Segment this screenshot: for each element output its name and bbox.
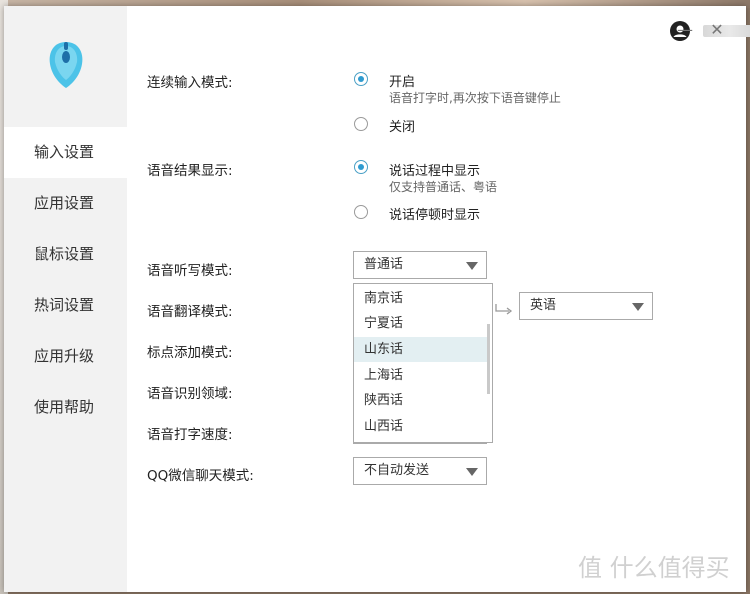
chevron-down-icon <box>632 303 644 311</box>
sidebar-item-hotword-settings[interactable]: 热词设置 <box>4 280 127 331</box>
dictation-mode-value: 普通话 <box>364 257 404 272</box>
list-item[interactable]: 陕西话 <box>354 388 488 413</box>
result-display-during-radio[interactable] <box>354 160 368 174</box>
translation-target-select[interactable]: 英语 <box>519 292 653 320</box>
result-display-during-sub: 仅支持普通话、粤语 <box>389 180 498 194</box>
result-display-label: 语音结果显示: <box>147 163 233 179</box>
sidebar-item-app-settings[interactable]: 应用设置 <box>4 178 127 229</box>
translation-target-value: 英语 <box>530 298 557 313</box>
list-item-highlighted[interactable]: 山东话 <box>354 337 488 362</box>
continuous-input-off-text: 关闭 <box>389 120 416 135</box>
sidebar-item-input-settings[interactable]: 输入设置 <box>4 127 127 178</box>
recognition-domain-label: 语音识别领域: <box>147 386 233 402</box>
minimize-button[interactable]: — <box>675 20 695 40</box>
settings-window: 输入设置 应用设置 鼠标设置 热词设置 应用升级 使用帮助 — ✕ 连续输入模式… <box>4 6 750 592</box>
translation-mode-label: 语音翻译模式: <box>147 304 233 320</box>
result-display-pause-text: 说话停顿时显示 <box>389 208 481 223</box>
sidebar-item-mouse-settings[interactable]: 鼠标设置 <box>4 229 127 280</box>
list-item[interactable]: 南京话 <box>354 286 488 311</box>
list-item[interactable]: 宁夏话 <box>354 311 488 336</box>
punctuation-mode-label: 标点添加模式: <box>147 345 233 361</box>
dictation-mode-dropdown-list[interactable]: 南京话 宁夏话 山东话 上海话 陕西话 山西话 <box>353 283 493 443</box>
result-display-during-text: 说话过程中显示 <box>389 164 481 179</box>
sidebar: 输入设置 应用设置 鼠标设置 热词设置 应用升级 使用帮助 <box>4 6 127 592</box>
chevron-down-icon <box>466 262 478 270</box>
typing-speed-label: 语音打字速度: <box>147 427 233 443</box>
list-item[interactable]: 山西话 <box>354 414 488 439</box>
watermark: 值 什么值得买 <box>578 554 730 582</box>
continuous-input-on-text: 开启 <box>389 75 416 90</box>
sidebar-item-help[interactable]: 使用帮助 <box>4 382 127 433</box>
arrow-right-icon <box>495 304 513 315</box>
sidebar-item-app-upgrade[interactable]: 应用升级 <box>4 331 127 382</box>
continuous-input-off-radio[interactable] <box>354 117 368 131</box>
app-logo-icon <box>49 42 83 88</box>
continuous-input-on-radio[interactable] <box>354 72 368 86</box>
list-item[interactable]: 上海话 <box>354 363 488 388</box>
result-display-pause-radio[interactable] <box>354 205 368 219</box>
qq-wechat-mode-value: 不自动发送 <box>364 463 430 478</box>
close-button[interactable]: ✕ <box>707 20 727 40</box>
dictation-mode-select[interactable]: 普通话 <box>353 251 487 279</box>
continuous-input-on-sub: 语音打字时,再次按下语音键停止 <box>389 91 561 105</box>
qq-wechat-mode-label: QQ微信聊天模式: <box>147 468 254 484</box>
dropdown-scrollbar[interactable] <box>487 324 490 394</box>
chevron-down-icon <box>466 468 478 476</box>
dictation-mode-label: 语音听写模式: <box>147 263 233 279</box>
continuous-input-label: 连续输入模式: <box>147 75 233 91</box>
qq-wechat-mode-select[interactable]: 不自动发送 <box>353 457 487 485</box>
